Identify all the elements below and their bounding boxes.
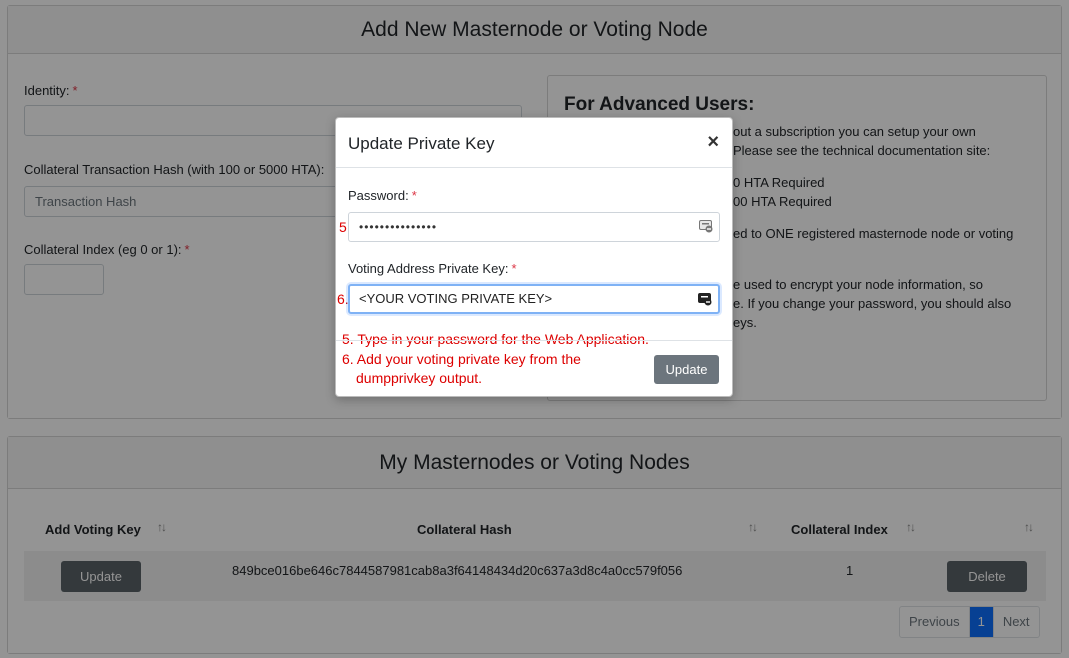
voting-key-label-text: Voting Address Private Key: [348, 261, 509, 276]
password-input[interactable]: ••••••••••••••• [348, 212, 720, 242]
required-mark: * [411, 188, 417, 203]
modal-title: Update Private Key [348, 134, 495, 153]
annotation-step-6: 6. Add your voting private key from the [342, 351, 581, 367]
password-value: ••••••••••••••• [359, 220, 438, 234]
update-button[interactable]: Update [654, 355, 719, 384]
update-private-key-modal: Update Private Key × Password: * 5. •••••… [335, 117, 733, 397]
key-icon[interactable] [699, 220, 713, 233]
password-label-text: Password: [348, 188, 409, 203]
modal-footer-divider [336, 340, 732, 341]
close-icon[interactable]: × [707, 131, 719, 154]
voting-private-key-value: <YOUR VOTING PRIVATE KEY> [359, 291, 553, 306]
key-icon[interactable] [698, 293, 712, 306]
voting-key-label: Voting Address Private Key: * [348, 261, 517, 276]
required-mark: * [511, 261, 517, 276]
modal-header: Update Private Key × [336, 118, 732, 168]
voting-private-key-input[interactable]: <YOUR VOTING PRIVATE KEY> [348, 284, 720, 314]
step-6-marker: 6. [337, 291, 349, 307]
annotation-step-6-cont: dumpprivkey output. [356, 370, 483, 386]
password-label: Password: * [348, 188, 417, 203]
